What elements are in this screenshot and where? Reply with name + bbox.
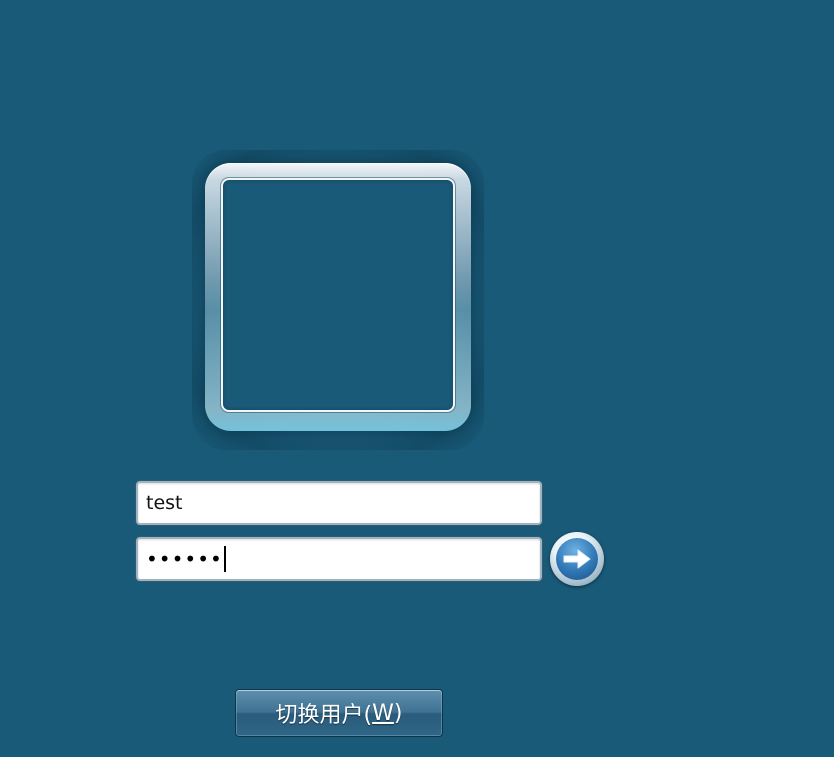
password-field[interactable]: •••••• [136,537,542,581]
username-field[interactable]: test [136,481,542,525]
user-tile-frame [205,163,471,431]
right-arrow-icon [556,538,598,580]
submit-login-button[interactable] [550,532,604,586]
switch-user-button[interactable]: 切换用户(W) [235,689,443,737]
username-value: test [146,492,183,514]
switch-user-label-prefix: 切换用户( [275,703,373,728]
switch-user-mnemonic: W [372,700,394,726]
switch-user-label-suffix: ) [393,700,403,726]
text-caret [223,546,226,572]
password-value: •••••• [146,547,223,571]
user-picture [221,178,455,412]
login-screen: { "user_tile": { "picture": "blank-user-… [0,0,834,757]
